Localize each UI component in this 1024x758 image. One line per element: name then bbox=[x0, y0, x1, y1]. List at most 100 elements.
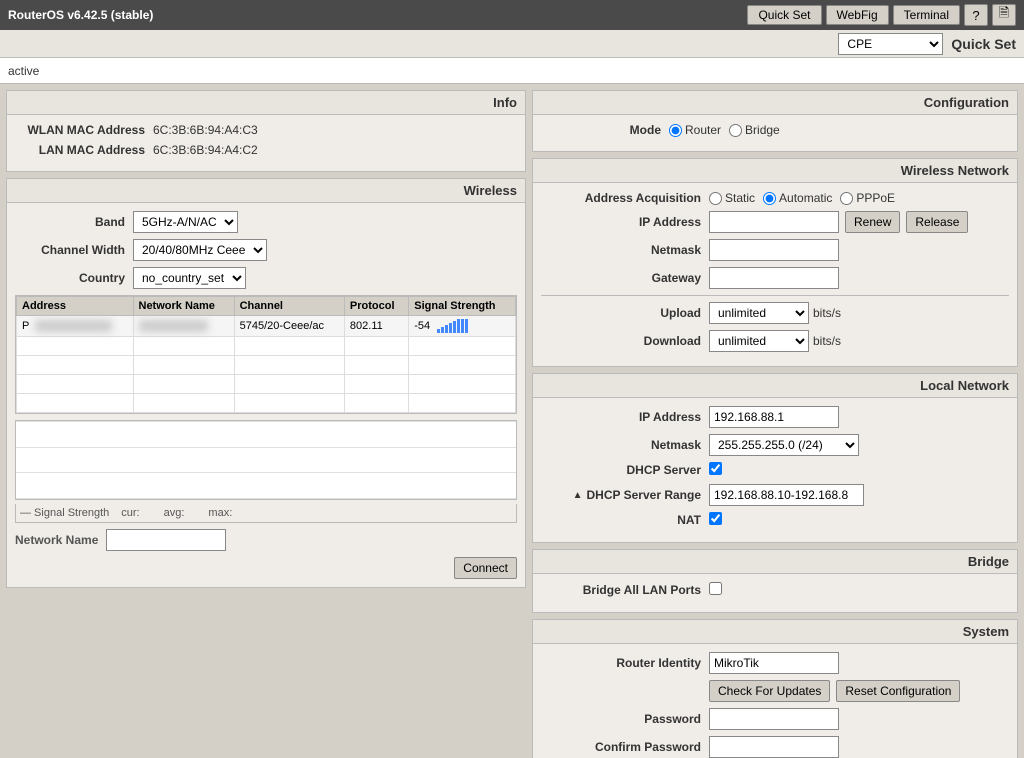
band-select[interactable]: 5GHz-A/N/AC 2GHz-B/G/N bbox=[133, 211, 238, 233]
network-name-input[interactable] bbox=[106, 529, 226, 551]
nat-checkbox[interactable] bbox=[709, 512, 722, 525]
renew-button[interactable]: Renew bbox=[845, 211, 900, 233]
password-row: Password bbox=[541, 708, 1009, 730]
network-name-row: Network Name bbox=[15, 529, 517, 551]
dhcp-range-value bbox=[701, 484, 1009, 506]
acq-auto-radio[interactable] bbox=[763, 192, 776, 205]
country-label: Country bbox=[15, 271, 125, 285]
signal-footer: — Signal Strength cur: avg: max: bbox=[15, 504, 517, 523]
dhcp-range-input[interactable] bbox=[709, 484, 864, 506]
local-ip-value bbox=[701, 406, 1009, 428]
wnet-netmask-input[interactable] bbox=[709, 239, 839, 261]
mode-bridge-radio[interactable] bbox=[729, 124, 742, 137]
acquisition-row: Address Acquisition Static Automatic bbox=[541, 191, 1009, 205]
wnet-gateway-value bbox=[701, 267, 1009, 289]
bridge-all-label: Bridge All LAN Ports bbox=[541, 583, 701, 597]
wlan-mac-label: WLAN MAC Address bbox=[15, 123, 145, 137]
local-netmask-select[interactable]: 255.255.255.0 (/24) 255.255.0.0 (/16) 25… bbox=[709, 434, 859, 456]
local-ip-label: IP Address bbox=[541, 410, 701, 424]
confirm-password-value bbox=[701, 736, 1009, 758]
book-icon: 🗎 bbox=[999, 4, 1009, 26]
profile-select[interactable]: CPE PTP Bridge WISP AP Home AP HomeAP du… bbox=[838, 33, 943, 55]
config-header: Configuration bbox=[532, 90, 1018, 114]
dhcp-range-label: ▲ DHCP Server Range bbox=[541, 488, 701, 502]
acq-static-radio[interactable] bbox=[709, 192, 722, 205]
cell-channel: 5745/20-Ceee/ac bbox=[234, 316, 344, 337]
channel-width-row: Channel Width 20/40/80MHz Ceee 20MHz 40M… bbox=[15, 239, 517, 261]
cur-label: cur: bbox=[121, 507, 139, 519]
dhcp-server-checkbox[interactable] bbox=[709, 462, 722, 475]
upload-select[interactable]: unlimited 1M 2M bbox=[709, 302, 809, 324]
acq-static-option[interactable]: Static bbox=[709, 191, 755, 205]
col-channel: Channel bbox=[234, 297, 344, 316]
wireless-net-body: Address Acquisition Static Automatic bbox=[532, 182, 1018, 367]
confirm-password-input[interactable] bbox=[709, 736, 839, 758]
help-icon: ? bbox=[972, 8, 979, 23]
mode-router-radio[interactable] bbox=[669, 124, 682, 137]
wnet-gateway-row: Gateway bbox=[541, 267, 1009, 289]
acq-pppoe-radio[interactable] bbox=[840, 192, 853, 205]
chart-line-4 bbox=[16, 498, 516, 499]
wnet-ip-row: IP Address Renew Release bbox=[541, 211, 1009, 233]
signal-strength-label: — Signal Strength bbox=[20, 507, 109, 519]
country-select[interactable]: no_country_set united states germany bbox=[133, 267, 246, 289]
password-input[interactable] bbox=[709, 708, 839, 730]
router-identity-label: Router Identity bbox=[541, 656, 701, 670]
system-buttons: Check For Updates Reset Configuration bbox=[701, 680, 1009, 702]
col-signal-strength: Signal Strength bbox=[409, 297, 516, 316]
mode-label: Mode bbox=[541, 123, 661, 137]
mode-router-option[interactable]: Router bbox=[669, 123, 721, 137]
local-ip-input[interactable] bbox=[709, 406, 839, 428]
book-button[interactable]: 🗎 bbox=[992, 4, 1016, 26]
right-panel: Configuration Mode Router Bridge bbox=[532, 90, 1018, 752]
download-select[interactable]: unlimited 1M 2M bbox=[709, 330, 809, 352]
mode-bridge-option[interactable]: Bridge bbox=[729, 123, 780, 137]
wnet-netmask-row: Netmask bbox=[541, 239, 1009, 261]
cell-address: P 192.168.88.255 bbox=[17, 316, 134, 337]
webfig-button[interactable]: WebFig bbox=[826, 5, 889, 25]
system-body: Router Identity Check For Updates Reset … bbox=[532, 643, 1018, 758]
nat-label: NAT bbox=[541, 513, 701, 527]
channel-width-label: Channel Width bbox=[15, 243, 125, 257]
router-identity-value bbox=[701, 652, 1009, 674]
connect-button[interactable]: Connect bbox=[454, 557, 517, 579]
mode-radio-group: Router Bridge bbox=[661, 123, 1009, 137]
wnet-netmask-label: Netmask bbox=[541, 243, 701, 257]
address-blurred: 192.168.88.255 bbox=[35, 320, 111, 332]
wnet-gateway-input[interactable] bbox=[709, 267, 839, 289]
channel-width-select[interactable]: 20/40/80MHz Ceee 20MHz 40MHz 80MHz bbox=[133, 239, 267, 261]
signal-chart-grid bbox=[16, 421, 516, 499]
dhcp-range-expand-icon[interactable]: ▲ bbox=[573, 490, 583, 501]
help-button[interactable]: ? bbox=[964, 4, 988, 26]
dhcp-range-row: ▲ DHCP Server Range bbox=[541, 484, 1009, 506]
check-updates-button[interactable]: Check For Updates bbox=[709, 680, 830, 702]
status-text: active bbox=[8, 64, 39, 78]
local-netmask-value: 255.255.255.0 (/24) 255.255.0.0 (/16) 25… bbox=[701, 434, 1009, 456]
bridge-all-checkbox[interactable] bbox=[709, 582, 722, 595]
system-buttons-row: Check For Updates Reset Configuration bbox=[541, 680, 1009, 702]
wnet-ip-input[interactable] bbox=[709, 211, 839, 233]
col-protocol: Protocol bbox=[344, 297, 408, 316]
table-row-empty-1 bbox=[17, 337, 516, 356]
mode-bridge-label: Bridge bbox=[745, 123, 780, 137]
chart-line-3 bbox=[16, 472, 516, 473]
acq-auto-option[interactable]: Automatic bbox=[763, 191, 832, 205]
router-identity-row: Router Identity bbox=[541, 652, 1009, 674]
upload-controls: unlimited 1M 2M bits/s bbox=[701, 302, 1009, 324]
app-title: RouterOS v6.42.5 (stable) bbox=[8, 8, 153, 22]
reset-config-button[interactable]: Reset Configuration bbox=[836, 680, 960, 702]
scan-table-wrapper: Address Network Name Channel Protocol Si… bbox=[15, 295, 517, 414]
dhcp-server-row: DHCP Server bbox=[541, 462, 1009, 478]
router-identity-input[interactable] bbox=[709, 652, 839, 674]
acq-pppoe-option[interactable]: PPPoE bbox=[840, 191, 895, 205]
terminal-button[interactable]: Terminal bbox=[893, 5, 960, 25]
band-label: Band bbox=[15, 215, 125, 229]
table-row[interactable]: P 192.168.88.255 NetworkName 5745/20-Cee… bbox=[17, 316, 516, 337]
network-name-blurred: NetworkName bbox=[139, 320, 209, 332]
bridge-header: Bridge bbox=[532, 549, 1018, 573]
wlan-mac-row: WLAN MAC Address 6C:3B:6B:94:A4:C3 bbox=[15, 123, 517, 137]
download-row: Download unlimited 1M 2M bits/s bbox=[541, 330, 1009, 352]
release-button[interactable]: Release bbox=[906, 211, 968, 233]
info-body: WLAN MAC Address 6C:3B:6B:94:A4:C3 LAN M… bbox=[6, 114, 526, 172]
quickset-button[interactable]: Quick Set bbox=[747, 5, 821, 25]
